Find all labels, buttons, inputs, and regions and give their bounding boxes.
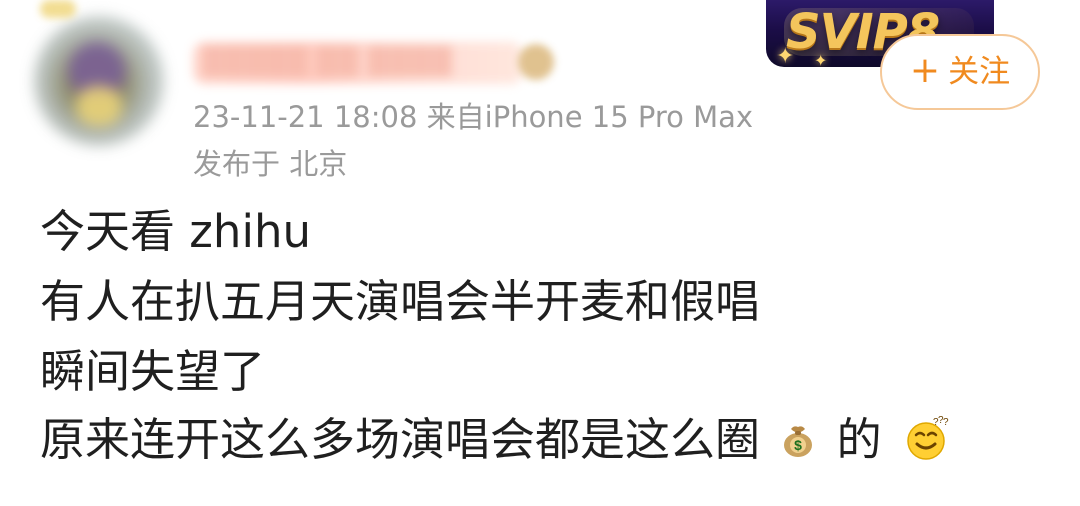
money-bag-icon: $ [776, 417, 820, 461]
username-text-icon: █████ ██ ████ [203, 47, 453, 77]
follow-button[interactable]: + 关注 [880, 34, 1040, 110]
post-line-4: 原来连开这么多场演唱会都是这么圈 $ 的 ? ? ? [40, 415, 950, 467]
post-line-3: 瞬间失望了 [40, 345, 266, 398]
sparkle-icon: ✦ [776, 44, 795, 68]
weibo-post-card: █████ ██ ████ 23-11-21 18:08 来自iPhone 15… [0, 0, 1080, 506]
post-line-4-middle: 的 [836, 413, 882, 466]
avatar-badge-icon [40, 0, 76, 18]
svg-text:$: $ [794, 437, 802, 453]
post-line-1: 今天看 zhihu [40, 205, 311, 258]
avatar[interactable] [34, 16, 164, 146]
svg-text:?: ? [943, 417, 949, 428]
post-line-2: 有人在扒五月天演唱会半开麦和假唱 [40, 275, 761, 328]
smile-icon: ? ? ? [902, 415, 950, 463]
follow-button-label: 关注 [948, 53, 1011, 90]
username-blurred[interactable]: █████ ██ ████ [193, 42, 523, 84]
post-line-4-prefix: 原来连开这么多场演唱会都是这么圈 [40, 413, 761, 466]
plus-icon: + [909, 50, 941, 91]
sparkle-icon: ✦ [814, 51, 828, 68]
post-location: 发布于 北京 [193, 147, 348, 181]
user-badge-icon [518, 44, 554, 80]
post-time-source: 23-11-21 18:08 来自iPhone 15 Pro Max [193, 100, 754, 134]
